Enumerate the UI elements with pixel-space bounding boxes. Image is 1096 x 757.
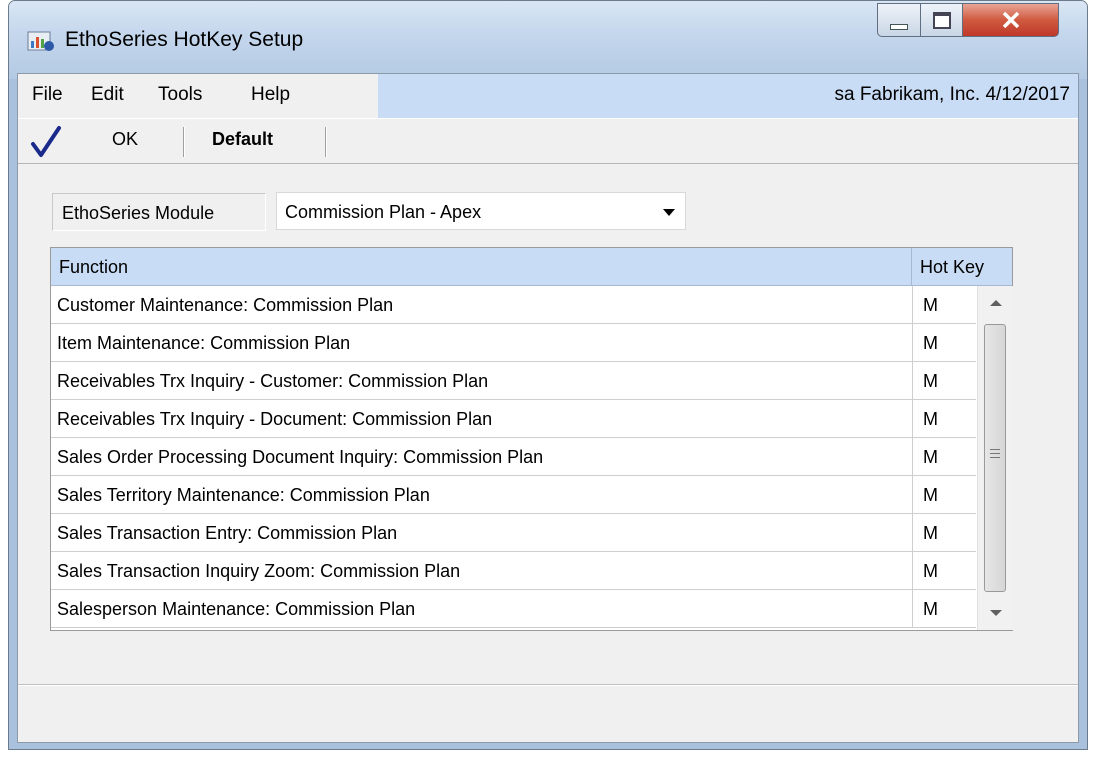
close-button[interactable] xyxy=(963,3,1059,37)
toolbar-separator xyxy=(183,127,185,157)
close-icon xyxy=(1002,12,1019,28)
menu-help[interactable]: Help xyxy=(251,84,290,106)
hotkey-value: M xyxy=(923,409,938,429)
hotkey-cell[interactable]: M xyxy=(912,590,977,627)
minimize-button[interactable] xyxy=(877,3,921,37)
user-company-date: sa Fabrikam, Inc. 4/12/2017 xyxy=(834,84,1070,105)
function-cell: Receivables Trx Inquiry - Customer: Comm… xyxy=(57,371,489,391)
hotkey-value: M xyxy=(923,295,938,315)
default-button[interactable]: Default xyxy=(212,129,273,150)
checkmark-icon[interactable] xyxy=(30,125,62,159)
toolbar: OK Default xyxy=(18,118,1078,164)
function-cell: Receivables Trx Inquiry - Document: Comm… xyxy=(57,409,493,429)
table-row[interactable]: Customer Maintenance: Commission Plan M xyxy=(51,286,976,324)
hotkey-grid: Function Hot Key Customer Maintenance: C… xyxy=(50,247,1013,631)
function-cell: Customer Maintenance: Commission Plan xyxy=(57,295,394,315)
maximize-button[interactable] xyxy=(921,3,963,37)
hotkey-value: M xyxy=(923,333,938,353)
window-client-area: File Edit Tools Help sa Fabrikam, Inc. 4… xyxy=(17,73,1079,743)
table-row[interactable]: Salesperson Maintenance: Commission Plan… xyxy=(51,590,976,628)
menu-bar: File Edit Tools Help sa Fabrikam, Inc. 4… xyxy=(18,74,1078,118)
function-cell: Sales Transaction Entry: Commission Plan xyxy=(57,523,398,543)
hotkey-value: M xyxy=(923,523,938,543)
hotkey-cell[interactable]: M xyxy=(912,400,977,437)
status-divider xyxy=(18,684,1078,686)
grid-scrollbar[interactable] xyxy=(977,286,1013,630)
function-cell: Sales Territory Maintenance: Commission … xyxy=(57,485,430,505)
table-row[interactable]: Receivables Trx Inquiry - Customer: Comm… xyxy=(51,362,976,400)
hotkey-cell[interactable]: M xyxy=(912,286,977,323)
hotkey-cell[interactable]: M xyxy=(912,324,977,361)
table-row[interactable]: Sales Transaction Entry: Commission Plan… xyxy=(51,514,976,552)
menu-edit[interactable]: Edit xyxy=(91,84,124,106)
module-label: EthoSeries Module xyxy=(52,193,266,231)
arrow-down-icon xyxy=(989,610,1002,616)
table-row[interactable]: Receivables Trx Inquiry - Document: Comm… xyxy=(51,400,976,438)
title-bar[interactable]: EthoSeries HotKey Setup xyxy=(9,1,1087,79)
function-cell: Sales Transaction Inquiry Zoom: Commissi… xyxy=(57,561,461,581)
table-row[interactable]: Item Maintenance: Commission Plan M xyxy=(51,324,976,362)
chevron-down-icon[interactable] xyxy=(663,209,675,216)
window-title: EthoSeries HotKey Setup xyxy=(65,28,304,51)
scroll-down-button[interactable] xyxy=(978,596,1013,630)
table-row[interactable]: Sales Order Processing Document Inquiry:… xyxy=(51,438,976,476)
grid-header: Function Hot Key xyxy=(51,248,1012,286)
hotkey-cell[interactable]: M xyxy=(912,438,977,475)
menu-file[interactable]: File xyxy=(32,84,63,106)
scroll-thumb[interactable] xyxy=(984,324,1006,592)
function-cell: Sales Order Processing Document Inquiry:… xyxy=(57,447,544,467)
hotkey-cell[interactable]: M xyxy=(912,552,977,589)
table-row[interactable]: Sales Transaction Inquiry Zoom: Commissi… xyxy=(51,552,976,590)
app-icon xyxy=(27,31,54,51)
hotkey-cell[interactable]: M xyxy=(912,514,977,551)
hotkey-value: M xyxy=(923,371,938,391)
arrow-up-icon xyxy=(989,300,1002,306)
toolbar-separator xyxy=(325,127,327,157)
hotkey-cell[interactable]: M xyxy=(912,362,977,399)
module-dropdown-value: Commission Plan - Apex xyxy=(285,202,482,222)
module-dropdown[interactable]: Commission Plan - Apex xyxy=(276,192,686,230)
scroll-up-button[interactable] xyxy=(978,286,1013,320)
hotkey-value: M xyxy=(923,561,938,581)
hotkey-value: M xyxy=(923,599,938,619)
ok-button[interactable]: OK xyxy=(112,129,138,150)
column-header-hotkey[interactable]: Hot Key xyxy=(920,257,984,278)
hotkey-value: M xyxy=(923,447,938,467)
table-row[interactable]: Sales Territory Maintenance: Commission … xyxy=(51,476,976,514)
function-cell: Salesperson Maintenance: Commission Plan xyxy=(57,599,416,619)
app-window: EthoSeries HotKey Setup File Edit Tools … xyxy=(8,0,1088,750)
column-divider xyxy=(911,248,912,285)
grip-icon xyxy=(990,449,1000,461)
hotkey-cell[interactable]: M xyxy=(912,476,977,513)
minimize-icon xyxy=(890,24,908,30)
hotkey-value: M xyxy=(923,485,938,505)
user-company-date-bar: sa Fabrikam, Inc. 4/12/2017 xyxy=(378,74,1078,118)
column-header-function[interactable]: Function xyxy=(59,257,128,278)
maximize-icon xyxy=(932,11,951,29)
menu-tools[interactable]: Tools xyxy=(158,84,202,106)
function-cell: Item Maintenance: Commission Plan xyxy=(57,333,351,353)
